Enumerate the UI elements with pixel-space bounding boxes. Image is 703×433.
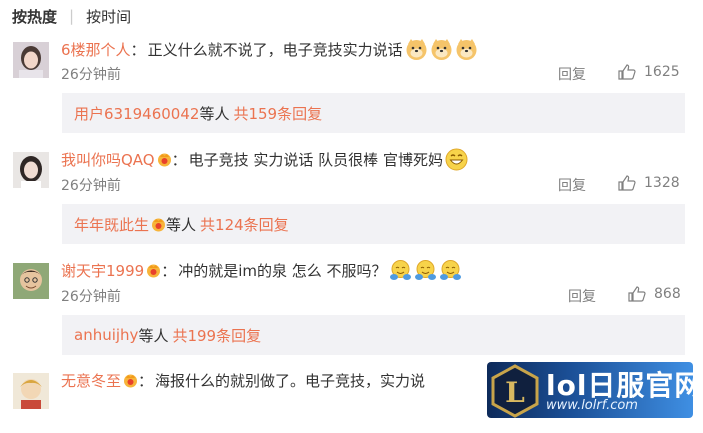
like-count: 868 bbox=[654, 286, 681, 302]
lol-logo-icon: L bbox=[489, 364, 541, 418]
hug-emoji-icon bbox=[414, 259, 437, 282]
vip-badge-icon bbox=[123, 373, 138, 388]
comment-text: 正义什么就不说了，电子竞技实力说话 bbox=[147, 41, 403, 59]
vip-badge-icon bbox=[157, 152, 172, 167]
avatar[interactable] bbox=[13, 42, 49, 78]
colon: ： bbox=[161, 262, 177, 280]
sort-divider: | bbox=[69, 7, 75, 25]
replies-summary[interactable]: anhuijhy 等人 共199条回复 bbox=[62, 315, 685, 355]
reply-button[interactable]: 回复 bbox=[558, 64, 586, 84]
reply-user-link[interactable]: 用户6319460042 bbox=[74, 103, 199, 124]
colon: ： bbox=[138, 372, 154, 390]
username-link[interactable]: 6楼那个人 bbox=[61, 39, 131, 60]
colon: ： bbox=[130, 41, 146, 59]
sort-by-time-tab[interactable]: 按时间 bbox=[86, 6, 131, 27]
reply-count-link[interactable]: 共124条回复 bbox=[200, 214, 289, 235]
comment-time: 26分钟前 bbox=[61, 178, 121, 194]
reply-button[interactable]: 回复 bbox=[568, 286, 596, 306]
vip-badge-icon bbox=[151, 217, 166, 232]
reply-count-link[interactable]: 共199条回复 bbox=[172, 325, 261, 346]
comment-line: 6楼那个人 ： 正义什么就不说了，电子竞技实力说话 bbox=[61, 38, 478, 61]
doge-emoji-icon bbox=[455, 38, 478, 61]
like-button[interactable]: 868 bbox=[628, 286, 681, 302]
username-link[interactable]: 谢天宇1999 bbox=[61, 260, 144, 281]
comment-text: 冲的就是im的泉 怎么 不服吗？ bbox=[178, 262, 387, 280]
avatar[interactable] bbox=[13, 373, 49, 409]
like-button[interactable]: 1328 bbox=[618, 175, 680, 191]
sort-by-hot-tab[interactable]: 按热度 bbox=[12, 6, 57, 27]
avatar[interactable] bbox=[13, 152, 49, 188]
watermark-url: www.lolrf.com bbox=[546, 398, 638, 413]
reply-mid-text: 等人 bbox=[166, 215, 197, 234]
comment-line: 无意冬至 ： 海报什么的就别做了。电子竞技，实力说 bbox=[61, 370, 425, 391]
reply-mid-text: 等人 bbox=[138, 326, 169, 345]
vip-badge-icon bbox=[146, 263, 161, 278]
comment-time: 26分钟前 bbox=[61, 289, 121, 305]
like-count: 1625 bbox=[644, 64, 680, 80]
reply-button[interactable]: 回复 bbox=[558, 175, 586, 195]
sort-bar: 按热度 | 按时间 bbox=[12, 5, 131, 27]
doge-emoji-icon bbox=[405, 38, 428, 61]
replies-summary[interactable]: 年年既此生 等人 共124条回复 bbox=[62, 204, 685, 244]
hug-emoji-icon bbox=[389, 259, 412, 282]
colon: ： bbox=[171, 151, 187, 169]
doge-emoji-icon bbox=[430, 38, 453, 61]
like-button[interactable]: 1625 bbox=[618, 64, 680, 80]
comment-text: 电子竞技 实力说话 队员很棒 官博死妈 bbox=[188, 151, 443, 169]
thumbs-up-icon bbox=[618, 64, 636, 80]
comment-line: 谢天宇1999 ： 冲的就是im的泉 怎么 不服吗？ bbox=[61, 259, 462, 282]
hug-emoji-icon bbox=[439, 259, 462, 282]
reply-user-link[interactable]: 年年既此生 bbox=[74, 214, 149, 235]
username-link[interactable]: 无意冬至 bbox=[61, 370, 121, 391]
blank-area bbox=[62, 398, 258, 433]
grin-emoji-icon bbox=[445, 148, 468, 171]
thumbs-up-icon bbox=[618, 175, 636, 191]
logo-letter: L bbox=[505, 376, 525, 409]
comment-time: 26分钟前 bbox=[61, 67, 121, 83]
username-link[interactable]: 我叫你吗QAQ bbox=[61, 149, 155, 170]
like-count: 1328 bbox=[644, 175, 680, 191]
avatar[interactable] bbox=[13, 263, 49, 299]
reply-user-link[interactable]: anhuijhy bbox=[74, 326, 138, 344]
comment-line: 我叫你吗QAQ ： 电子竞技 实力说话 队员很棒 官博死妈 bbox=[61, 148, 468, 171]
replies-summary[interactable]: 用户6319460042 等人 共159条回复 bbox=[62, 93, 685, 133]
reply-count-link[interactable]: 共159条回复 bbox=[233, 103, 322, 124]
thumbs-up-icon bbox=[628, 286, 646, 302]
reply-mid-text: 等人 bbox=[199, 104, 230, 123]
comment-text: 海报什么的就别做了。电子竞技，实力说 bbox=[155, 372, 426, 390]
